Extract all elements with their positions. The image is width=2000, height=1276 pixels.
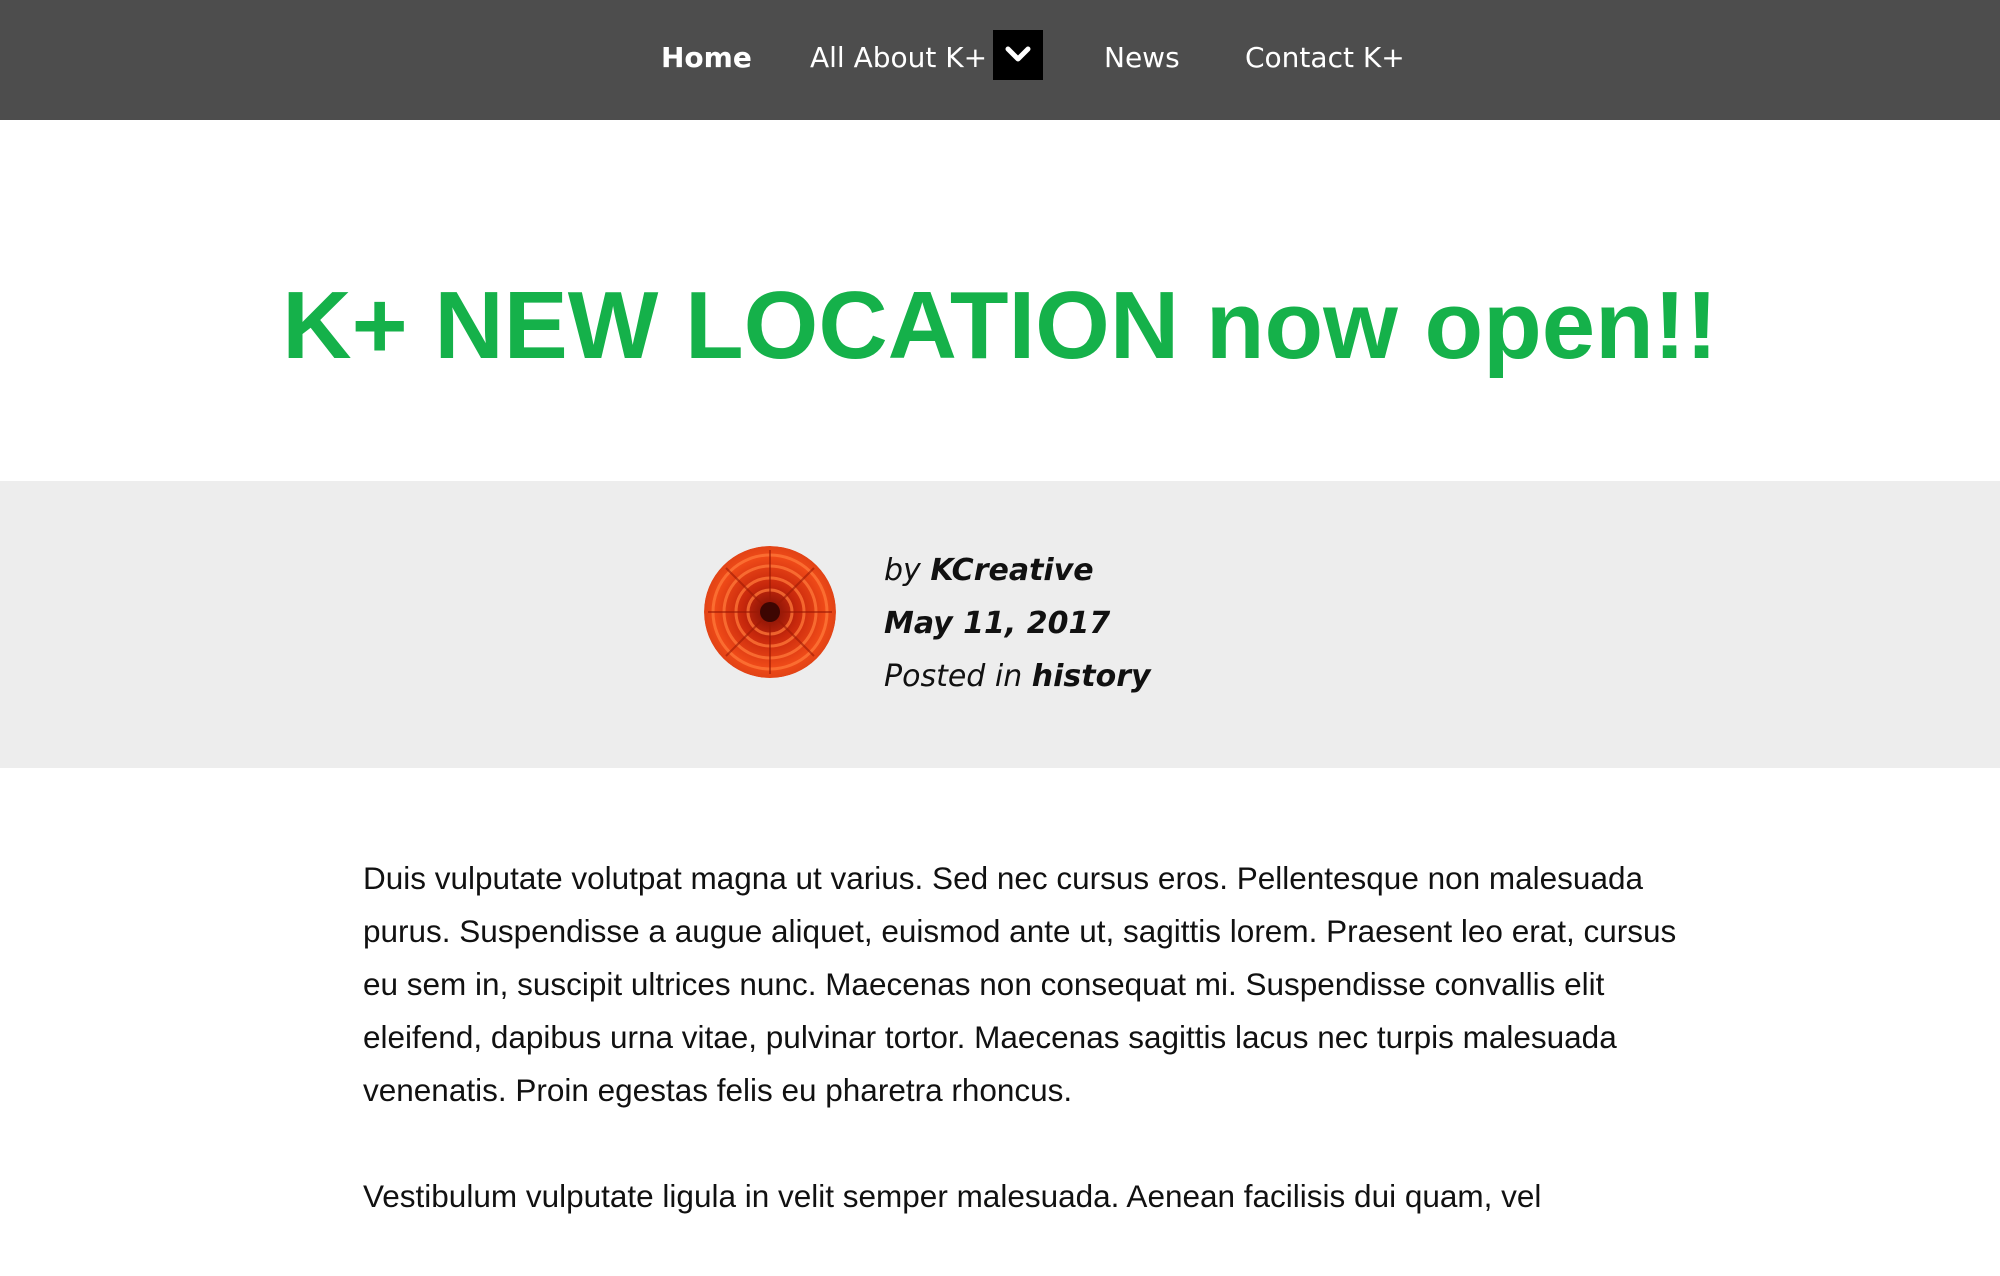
main-navigation: Home All About K+ News Contact K+	[0, 0, 2000, 120]
post-meta: by KCreative May 11, 2017 Posted in hist…	[884, 544, 1151, 703]
author-avatar	[704, 546, 836, 678]
paragraph: Vestibulum vulputate ligula in velit sem…	[363, 1178, 1542, 1214]
nav-item-contact[interactable]: Contact K+	[1245, 36, 1405, 80]
post-content: Duis vulputate volutpat magna ut varius.…	[363, 852, 1693, 1276]
post-title: K+ NEW LOCATION now open!!	[282, 272, 1718, 379]
byline-prefix: by	[884, 553, 921, 588]
paragraph: Duis vulputate volutpat magna ut varius.…	[363, 860, 1677, 1108]
posted-in: Posted in history	[884, 650, 1151, 703]
red-flower-avatar-icon	[704, 546, 836, 678]
nav-item-home[interactable]: Home	[661, 36, 752, 80]
author-link[interactable]: KCreative	[930, 553, 1093, 588]
category-link[interactable]: history	[1032, 659, 1151, 694]
nav-item-all-about[interactable]: All About K+	[810, 36, 987, 80]
byline: by KCreative	[884, 544, 1151, 597]
chevron-down-icon	[1005, 46, 1031, 62]
posted-in-prefix: Posted in	[884, 659, 1023, 694]
nav-item-news[interactable]: News	[1104, 36, 1180, 80]
dropdown-toggle-button[interactable]	[993, 30, 1043, 80]
post-date[interactable]: May 11, 2017	[884, 597, 1151, 650]
